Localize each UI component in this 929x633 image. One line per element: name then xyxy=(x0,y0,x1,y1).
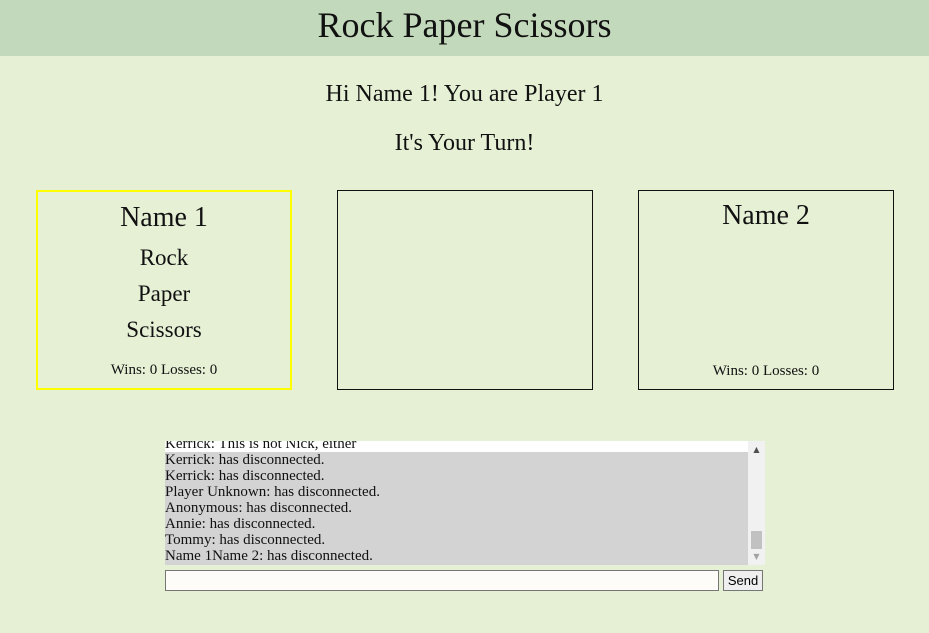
chat-message: Tommy: has disconnected. xyxy=(165,532,326,548)
chat-scrollbar[interactable]: ▲ ▼ xyxy=(748,441,765,565)
chat-input[interactable] xyxy=(165,570,719,591)
chat-message: Annie: has disconnected. xyxy=(165,516,316,532)
choice-paper[interactable]: Paper xyxy=(38,280,290,308)
player2-panel: Name 2 Wins: 0 Losses: 0 xyxy=(638,190,894,390)
chat-log[interactable]: Kerrick: This is not Nick, either Kerric… xyxy=(165,441,765,565)
player1-score: Wins: 0 Losses: 0 xyxy=(110,362,218,378)
chat-message: Name 1Name 2: has disconnected. xyxy=(165,548,373,564)
chat-message: Kerrick: This is not Nick, either xyxy=(165,441,748,452)
chat-message: Player Unknown: has disconnected. xyxy=(165,484,380,500)
page-header: Rock Paper Scissors xyxy=(0,0,929,56)
choice-scissors[interactable]: Scissors xyxy=(38,316,290,344)
chat-message: Anonymous: has disconnected. xyxy=(165,500,353,516)
chat-message: Kerrick: has disconnected. xyxy=(165,452,325,468)
chat-message: Kerrick: has disconnected. xyxy=(165,468,325,484)
scroll-up-icon[interactable]: ▲ xyxy=(748,441,765,458)
greeting-text: Hi Name 1! You are Player 1 xyxy=(325,81,604,107)
player2-name: Name 2 xyxy=(722,200,810,231)
player1-panel: Name 1 Rock Paper Scissors Wins: 0 Losse… xyxy=(36,190,292,390)
turn-indicator: It's Your Turn! xyxy=(394,130,535,156)
result-panel xyxy=(337,190,593,390)
page-title: Rock Paper Scissors xyxy=(317,5,612,45)
scroll-thumb[interactable] xyxy=(751,531,762,549)
send-button[interactable]: Send xyxy=(723,570,763,591)
chat-messages: Kerrick: This is not Nick, either Kerric… xyxy=(165,441,748,564)
choice-rock[interactable]: Rock xyxy=(38,244,290,272)
player2-score: Wins: 0 Losses: 0 xyxy=(712,363,820,379)
player1-name: Name 1 xyxy=(120,202,208,233)
scroll-down-icon[interactable]: ▼ xyxy=(748,548,765,565)
